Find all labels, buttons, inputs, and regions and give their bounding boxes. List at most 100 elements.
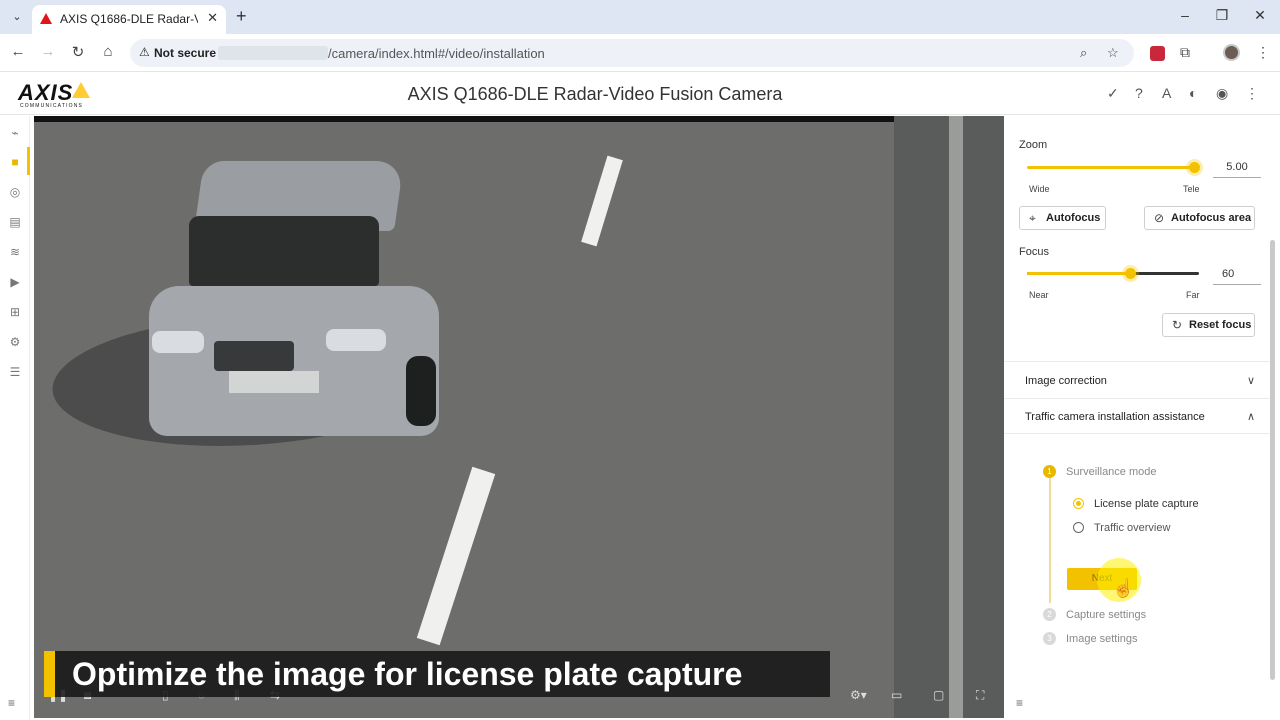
puzzle-extensions-icon[interactable]: ⧉ [1180, 44, 1190, 61]
focus-value-input[interactable]: 60 [1213, 268, 1261, 285]
reset-focus-button[interactable]: ↻ Reset focus [1162, 313, 1255, 337]
license-plate-capture-label[interactable]: License plate capture [1094, 498, 1199, 510]
help-icon[interactable]: ? [1135, 85, 1143, 101]
window-close-icon[interactable]: ✕ [1250, 7, 1270, 24]
step-2-label: Capture settings [1066, 609, 1147, 621]
browser-tab-bar: ⌄ AXIS Q1686-DLE Radar-Video F ✕ + – ❐ ✕ [0, 0, 1280, 34]
car-grille [214, 341, 294, 371]
forward-arrow-icon[interactable]: → [38, 43, 58, 60]
chevron-down-icon[interactable]: ∨ [1247, 374, 1255, 387]
language-icon[interactable]: A [1162, 85, 1171, 101]
guard-rail [949, 116, 963, 718]
reset-refresh-icon: ↻ [1172, 318, 1183, 332]
autofocus-area-button[interactable]: ⊘ Autofocus area [1144, 206, 1255, 230]
browser-menu-kebab-icon[interactable]: ⋮ [1256, 44, 1270, 61]
settings-gear-icon[interactable]: ⚙ [6, 333, 24, 351]
security-status[interactable]: Not secure [154, 46, 216, 60]
autofocus-label: Autofocus [1046, 212, 1101, 224]
traffic-overview-label[interactable]: Traffic overview [1094, 522, 1170, 534]
hand-pointer-cursor-icon: ☝ [1112, 578, 1135, 598]
theme-contrast-icon[interactable]: ◐ [1189, 85, 1197, 101]
car-headlight [326, 329, 386, 351]
radar-icon[interactable]: ◎ [6, 183, 24, 201]
status-chart-icon[interactable]: ⌁ [6, 124, 24, 142]
check-circle-icon[interactable]: ✓ [1107, 85, 1119, 102]
image-correction-header[interactable]: Image correction [1025, 375, 1107, 387]
minimize-icon[interactable]: – [1175, 7, 1195, 23]
axis-favicon-icon [40, 13, 52, 24]
reload-icon[interactable]: ↻ [68, 43, 88, 61]
car-windshield [189, 216, 379, 286]
zoom-magnifier-icon[interactable]: ⌕ [1080, 45, 1087, 61]
account-icon[interactable]: ◉ [1216, 85, 1228, 102]
app-menu-kebab-icon[interactable]: ⋮ [1245, 85, 1259, 102]
stream-settings-icon[interactable]: ⚙▾ [850, 688, 867, 702]
browser-tab[interactable]: AXIS Q1686-DLE Radar-Video F ✕ [32, 5, 226, 34]
caption-accent-bar [44, 651, 55, 697]
autofocus-button[interactable]: ⌖ Autofocus [1019, 206, 1106, 230]
focus-label: Focus [1019, 246, 1049, 258]
section-divider [1004, 433, 1270, 434]
bookmark-star-icon[interactable]: ☆ [1107, 45, 1119, 61]
new-tab-plus-icon[interactable]: + [236, 6, 247, 27]
focus-max-label: Far [1186, 290, 1200, 300]
autofocus-area-icon: ⊘ [1154, 211, 1165, 225]
license-plate-blurred [229, 371, 319, 393]
fullscreen-icon[interactable]: ⛶ [976, 688, 984, 703]
panel-scrollbar[interactable] [1270, 240, 1275, 680]
focus-slider-handle[interactable] [1125, 268, 1136, 279]
step-3-badge: 3 [1043, 632, 1056, 645]
close-tab-icon[interactable]: ✕ [207, 10, 218, 26]
car-wheel [406, 356, 436, 426]
car-body [149, 286, 439, 436]
section-divider [1004, 398, 1270, 399]
step-1-label: Surveillance mode [1066, 466, 1157, 478]
chevron-up-icon[interactable]: ∧ [1247, 410, 1255, 423]
caption-text: Optimize the image for license plate cap… [72, 656, 743, 692]
focus-min-label: Near [1029, 290, 1049, 300]
view-area-icon[interactable]: ▢ [933, 688, 944, 702]
extension-icon[interactable] [1150, 46, 1165, 61]
browser-toolbar: ← → ↻ ⌂ ⚠ Not secure /camera/index.html#… [0, 34, 1280, 72]
restore-icon[interactable]: ❐ [1212, 7, 1232, 24]
expand-menu-icon[interactable]: ≡ [8, 696, 15, 710]
maintenance-sliders-icon[interactable]: ☰ [6, 363, 24, 381]
video-top-edge [34, 116, 1004, 122]
back-arrow-icon[interactable]: ← [8, 43, 28, 60]
lane-marking [581, 155, 623, 247]
license-plate-capture-radio[interactable] [1073, 498, 1084, 509]
aspect-ratio-icon[interactable]: ▭ [891, 688, 902, 702]
zoom-label: Zoom [1019, 139, 1048, 151]
zoom-min-label: Wide [1029, 184, 1050, 194]
autofocus-area-label: Autofocus area [1171, 212, 1252, 224]
audio-icon[interactable]: ≋ [6, 243, 24, 261]
step-1-badge: 1 [1043, 465, 1056, 478]
section-divider [1004, 361, 1270, 362]
traffic-overview-radio[interactable] [1073, 522, 1084, 533]
url-path: /camera/index.html#/video/installation [328, 46, 545, 61]
video-caption: Optimize the image for license plate cap… [44, 651, 830, 697]
recordings-icon[interactable]: ▶ [6, 273, 24, 291]
autofocus-icon: ⌖ [1029, 211, 1036, 225]
traffic-assist-header[interactable]: Traffic camera installation assistance [1025, 411, 1205, 423]
zoom-value-input[interactable]: 5.00 [1213, 161, 1261, 178]
panel-collapse-icon[interactable]: ≡ [1016, 696, 1023, 710]
home-icon[interactable]: ⌂ [98, 43, 118, 60]
apps-icon[interactable]: ⊞ [6, 303, 24, 321]
profile-avatar[interactable] [1223, 44, 1240, 61]
live-video-view[interactable] [34, 116, 1004, 718]
zoom-slider[interactable] [1027, 166, 1195, 169]
step-3-label: Image settings [1066, 633, 1138, 645]
analytics-icon[interactable]: ▤ [6, 213, 24, 231]
address-bar[interactable]: ⚠ Not secure /camera/index.html#/video/i… [130, 39, 1134, 67]
zoom-slider-handle[interactable] [1189, 162, 1200, 173]
app-header: AXIS COMMUNICATIONS AXIS Q1686-DLE Radar… [0, 73, 1280, 115]
page-title: AXIS Q1686-DLE Radar-Video Fusion Camera [407, 84, 783, 104]
rail-active-indicator [27, 147, 30, 175]
zoom-max-label: Tele [1183, 184, 1200, 194]
video-camera-icon[interactable]: ■ [6, 153, 24, 171]
tab-search-chevron-down-icon[interactable]: ⌄ [8, 8, 26, 26]
step-2-badge: 2 [1043, 608, 1056, 621]
lane-marking [416, 466, 496, 646]
warning-triangle-icon: ⚠ [139, 45, 150, 59]
